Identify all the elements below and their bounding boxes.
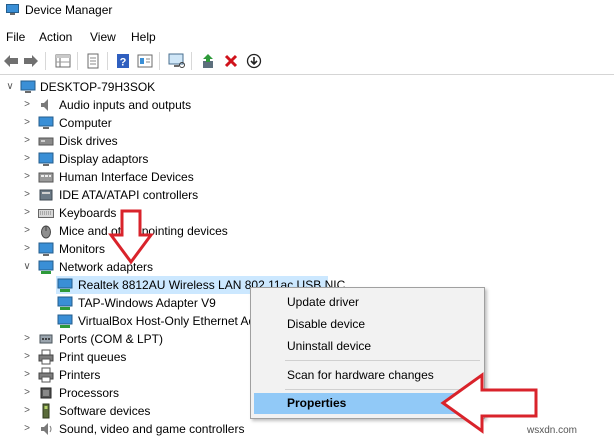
tree-item-label: Printers	[59, 368, 101, 382]
expand-chevron-icon[interactable]: >	[22, 387, 32, 399]
expand-chevron-icon[interactable]: >	[22, 351, 32, 363]
tree-item-ide-controllers[interactable]: > IDE ATA/ATAPI controllers	[0, 186, 600, 204]
tree-item-label: Monitors	[59, 242, 106, 256]
menu-help[interactable]: Help	[131, 30, 156, 44]
update-driver-icon[interactable]	[199, 52, 217, 70]
device-details-icon[interactable]	[136, 52, 154, 70]
tree-item-keyboards[interactable]: > Keyboards	[0, 204, 600, 222]
update-list-icon[interactable]	[84, 52, 102, 70]
tree-item-label: Sound, video and game controllers	[59, 422, 245, 436]
mouse-icon	[41, 225, 51, 239]
back-arrow-icon[interactable]	[2, 52, 20, 70]
tree-item-label: Human Interface Devices	[59, 170, 194, 184]
window-title: Device Manager	[25, 3, 113, 17]
title-bar: Device Manager	[0, 0, 614, 22]
collapse-chevron-icon[interactable]: ∨	[22, 261, 32, 273]
expand-chevron-icon[interactable]: >	[22, 171, 32, 183]
menu-bar: File Action View Help	[0, 25, 614, 47]
tree-item-network-adapters[interactable]: ∨ Network adapters	[0, 258, 600, 276]
tree-item-label: Print queues	[59, 350, 127, 364]
expand-chevron-icon[interactable]: >	[22, 423, 32, 435]
processor-icon	[40, 387, 52, 399]
toolbar-divider	[0, 74, 614, 75]
tree-item-label: IDE ATA/ATAPI controllers	[59, 188, 199, 202]
tree-item-label: Display adaptors	[59, 152, 149, 166]
software-device-icon	[42, 403, 50, 419]
ide-controller-icon	[39, 189, 53, 201]
tree-item-mice[interactable]: > Mice and other pointing devices	[0, 222, 600, 240]
tree-item-hid[interactable]: > Human Interface Devices	[0, 168, 600, 186]
keyboard-icon	[38, 209, 54, 218]
print-queue-icon	[38, 349, 54, 365]
display-adapter-icon	[38, 152, 54, 166]
expand-chevron-icon[interactable]: >	[22, 225, 32, 237]
expand-chevron-icon[interactable]: >	[22, 243, 32, 255]
computer-icon	[38, 116, 54, 129]
red-arrow-left-icon	[440, 372, 538, 434]
svg-text:?: ?	[120, 57, 127, 69]
menu-file[interactable]: File	[6, 30, 25, 44]
tree-item-label: Computer	[59, 116, 112, 130]
menu-item-label: Scan for hardware changes	[287, 368, 434, 382]
tree-item-disk-drives[interactable]: > Disk drives	[0, 132, 600, 150]
port-icon	[39, 334, 53, 344]
expand-chevron-icon[interactable]: >	[22, 207, 32, 219]
tree-item-label: TAP-Windows Adapter V9	[78, 296, 216, 310]
hid-icon	[38, 172, 54, 183]
monitor-scan-icon[interactable]	[168, 52, 186, 70]
help-icon[interactable]: ?	[114, 52, 132, 70]
tree-item-label: VirtualBox Host-Only Ethernet Adapter	[78, 314, 250, 328]
disk-drive-icon	[38, 137, 54, 146]
device-manager-icon	[6, 4, 19, 15]
expand-chevron-icon[interactable]: >	[22, 153, 32, 165]
menu-item-label: Properties	[287, 396, 347, 410]
printer-icon	[38, 367, 54, 383]
toolbar: ?	[0, 49, 614, 73]
monitor-icon	[38, 242, 54, 256]
tree-item-label: Disk drives	[59, 134, 118, 148]
menu-update-driver[interactable]: Update driver	[254, 292, 481, 313]
expand-chevron-icon[interactable]: >	[22, 117, 32, 129]
uninstall-x-icon[interactable]	[222, 52, 240, 70]
menu-view[interactable]: View	[90, 30, 116, 44]
root-label: DESKTOP-79H3SOK	[40, 80, 156, 94]
menu-item-label: Uninstall device	[287, 339, 372, 353]
tree-item-audio[interactable]: > Audio inputs and outputs	[0, 96, 600, 114]
tree-item-display-adaptors[interactable]: > Display adaptors	[0, 150, 600, 168]
tree-item-label: Audio inputs and outputs	[59, 98, 192, 112]
disable-download-icon[interactable]	[245, 52, 263, 70]
expand-chevron-icon[interactable]: >	[22, 405, 32, 417]
tree-item-label: Software devices	[59, 404, 151, 418]
menu-disable-device[interactable]: Disable device	[254, 314, 481, 335]
network-adapter-icon	[38, 260, 54, 274]
expand-chevron-icon[interactable]: >	[22, 99, 32, 111]
forward-arrow-icon[interactable]	[22, 52, 40, 70]
computer-root-icon	[20, 80, 36, 93]
menu-item-label: Update driver	[287, 295, 360, 309]
red-arrow-down-icon	[108, 209, 154, 265]
tree-item-label: Processors	[59, 386, 120, 400]
tree-item-label: Ports (COM & LPT)	[59, 332, 164, 346]
watermark: wsxdn.com	[527, 425, 578, 436]
tree-item-computer[interactable]: > Computer	[0, 114, 600, 132]
menu-action[interactable]: Action	[39, 30, 72, 44]
network-adapter-icon	[57, 296, 73, 310]
collapse-chevron-icon[interactable]: ∨	[5, 81, 15, 93]
properties-grid-icon[interactable]	[54, 52, 72, 70]
menu-item-label: Disable device	[287, 317, 366, 331]
expand-chevron-icon[interactable]: >	[22, 135, 32, 147]
expand-chevron-icon[interactable]: >	[22, 369, 32, 381]
sound-controller-icon	[41, 423, 52, 435]
expand-chevron-icon[interactable]: >	[22, 333, 32, 345]
expand-chevron-icon[interactable]: >	[22, 189, 32, 201]
network-adapter-icon	[57, 278, 73, 292]
tree-root[interactable]: ∨ DESKTOP-79H3SOK	[0, 78, 600, 96]
speaker-icon	[41, 99, 48, 111]
tree-item-monitors[interactable]: > Monitors	[0, 240, 600, 258]
network-adapter-icon	[57, 314, 73, 328]
tree-item-virtualbox[interactable]: VirtualBox Host-Only Ethernet Adapter	[0, 312, 250, 330]
menu-uninstall-device[interactable]: Uninstall device	[254, 336, 481, 357]
menu-separator	[285, 360, 480, 361]
